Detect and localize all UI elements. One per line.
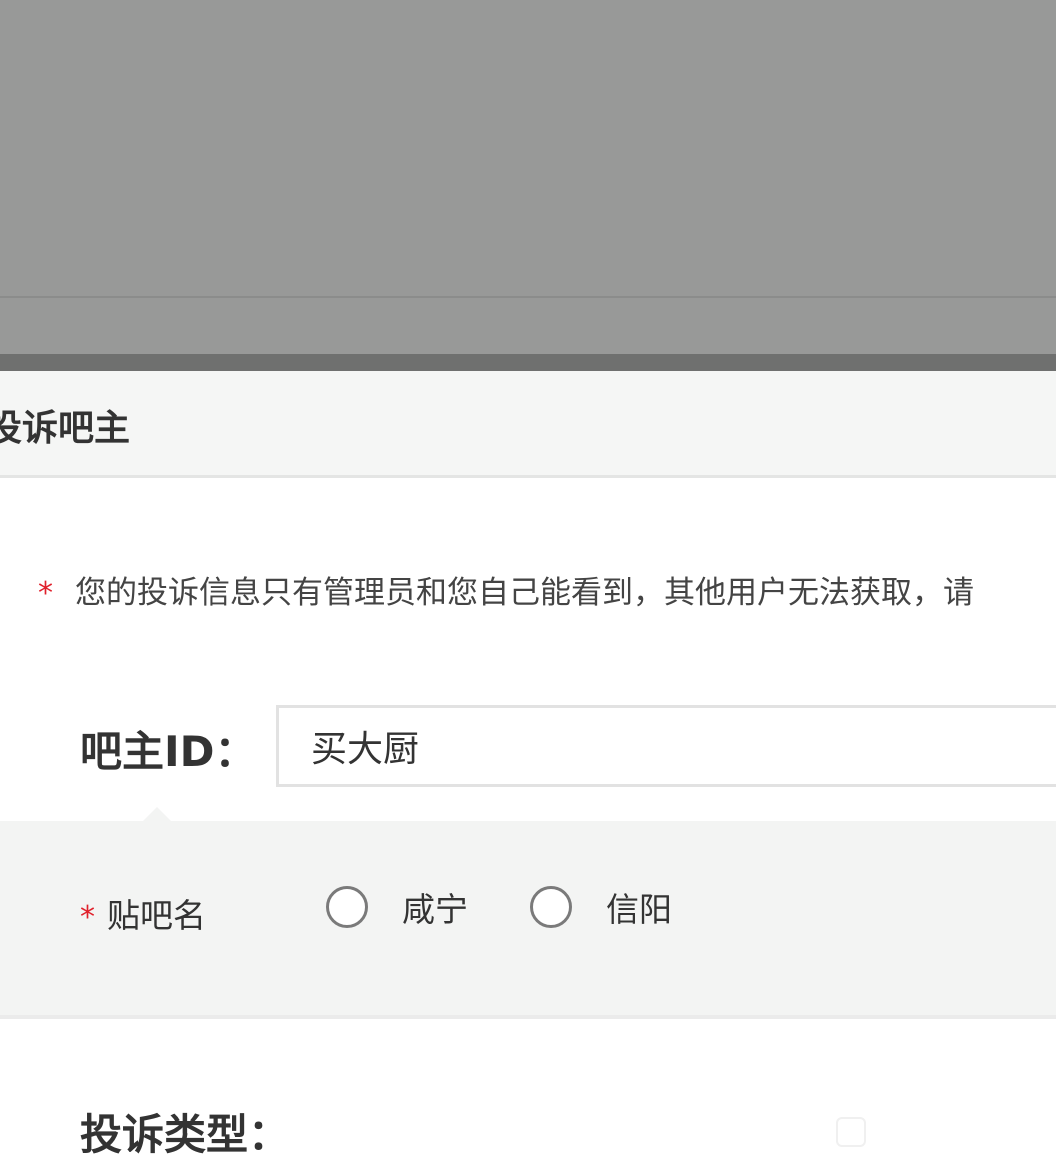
forum-option-label: 咸宁 — [402, 890, 468, 929]
radio-button-icon[interactable] — [326, 886, 368, 928]
privacy-notice: * 您的投诉信息只有管理员和您自己能看到，其他用户无法获取，请 — [38, 567, 974, 612]
radio-button-icon[interactable] — [530, 886, 572, 928]
modal-title: 投诉吧主 — [0, 408, 131, 449]
panel-pointer — [143, 807, 171, 821]
forum-name-label: * 贴吧名 — [80, 889, 206, 937]
privacy-notice-text: 您的投诉信息只有管理员和您自己能看到，其他用户无法获取，请 — [75, 575, 974, 611]
owner-id-input[interactable] — [276, 705, 1056, 787]
forum-option-xianning[interactable]: 咸宁 — [326, 883, 468, 931]
page: 投诉吧主 * 您的投诉信息只有管理员和您自己能看到，其他用户无法获取，请 吧主ID… — [0, 0, 1056, 1164]
backdrop-bottom-bar — [0, 354, 1056, 371]
complaint-type-label: 投诉类型： — [80, 1110, 291, 1159]
forum-select-panel: * 贴吧名 咸宁 信阳 — [0, 807, 1056, 1019]
image-icon — [836, 1117, 866, 1147]
backdrop-divider — [0, 296, 1056, 298]
modal-backdrop[interactable] — [0, 0, 1056, 354]
required-star: * — [80, 900, 95, 935]
complaint-modal: 投诉吧主 * 您的投诉信息只有管理员和您自己能看到，其他用户无法获取，请 吧主ID… — [0, 371, 1056, 1164]
owner-id-row: 吧主ID： — [80, 705, 1056, 791]
required-star: * — [38, 576, 53, 611]
forum-option-label: 信阳 — [606, 890, 672, 929]
owner-id-label: 吧主ID： — [80, 726, 257, 776]
forum-name-label-text: 贴吧名 — [107, 896, 206, 935]
modal-header: 投诉吧主 — [0, 371, 1056, 478]
forum-option-xinyang[interactable]: 信阳 — [530, 883, 672, 931]
